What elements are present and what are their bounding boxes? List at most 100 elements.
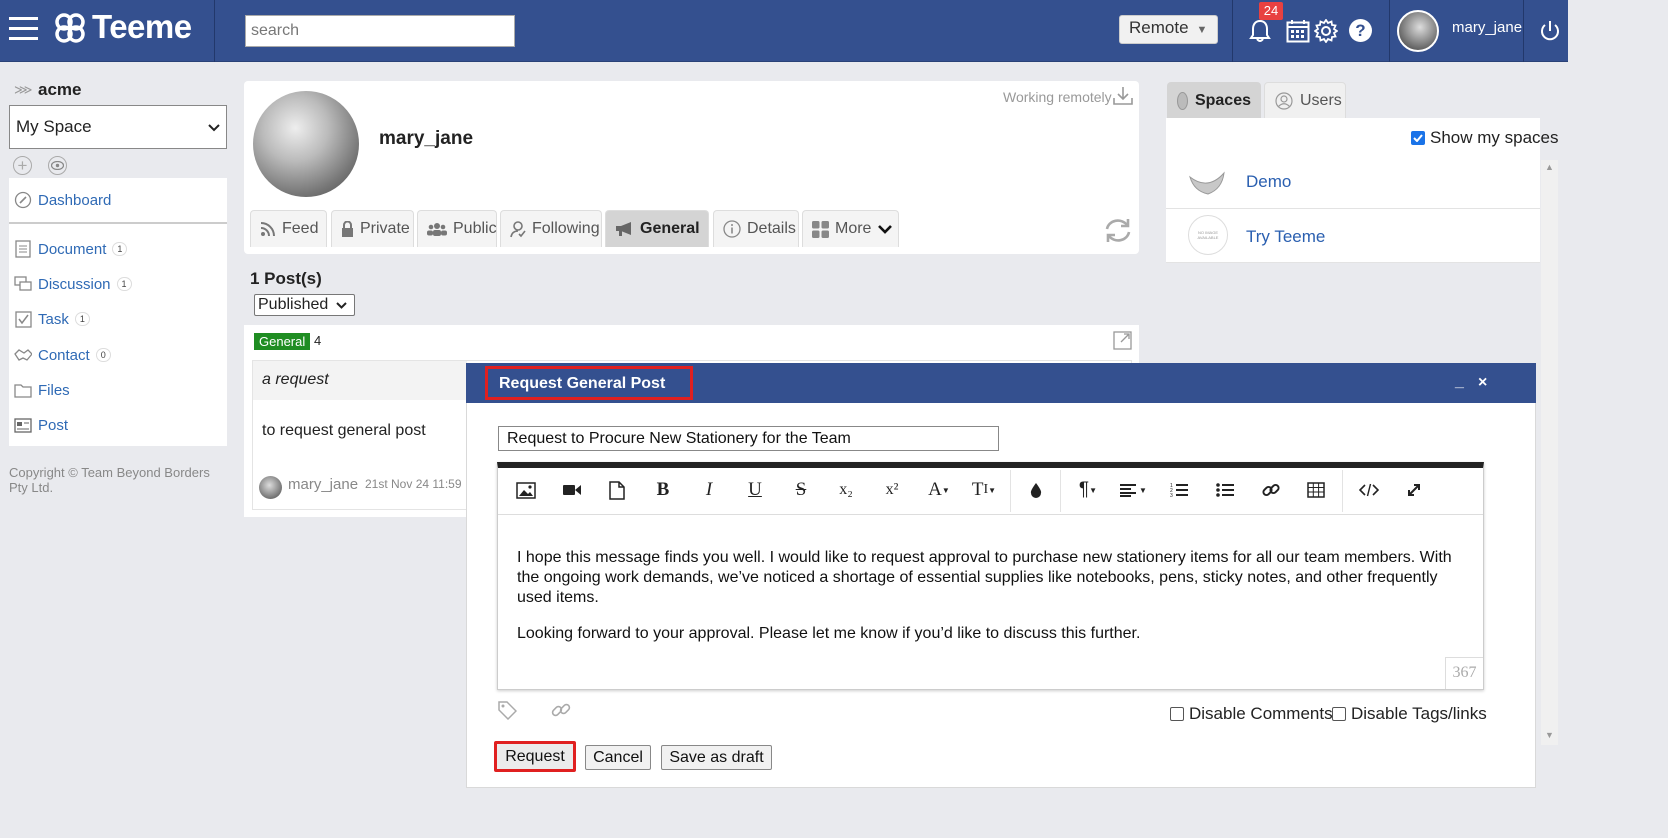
save-draft-button[interactable]: Save as draft [661,745,772,770]
dashboard-icon [14,191,32,209]
sidebar-item-discussion[interactable]: Discussion 1 [14,272,132,296]
checkbox-icon[interactable] [1332,707,1346,721]
font-size-button[interactable]: T I ▼ [967,478,1001,502]
sidebar-item-post[interactable]: Post [14,413,68,437]
show-my-spaces-toggle[interactable]: Show my spaces [1411,128,1559,148]
checkbox-checked-icon[interactable] [1411,131,1425,145]
author-avatar [259,476,282,499]
search-input[interactable] [245,15,515,47]
user-icon [1275,91,1293,110]
space-link-try-teeme[interactable]: Try Teeme [1246,227,1325,247]
bold-button[interactable]: B [648,478,678,502]
add-space-icon[interactable]: + [13,156,32,175]
tab-label: Users [1300,91,1342,109]
status-filter-select[interactable]: Published [254,294,355,316]
paragraph-format-button[interactable]: ¶ ▼ [1071,478,1105,502]
caret-down-icon: ▼ [988,485,997,495]
user-avatar[interactable] [1397,10,1439,52]
code-view-icon[interactable] [1354,478,1384,502]
location-mode-dropdown[interactable]: Remote ▼ [1119,15,1218,44]
menu-icon[interactable] [9,16,38,42]
underline-button[interactable]: U [740,478,770,502]
tag-icon[interactable] [498,701,518,724]
strikethrough-button[interactable]: S [786,478,816,502]
video-icon[interactable] [557,478,587,502]
request-button[interactable]: Request [494,741,576,772]
fullscreen-icon[interactable] [1399,478,1429,502]
tab-following[interactable]: Following [500,210,602,247]
tab-general[interactable]: General [605,210,709,247]
download-icon[interactable] [1113,86,1133,110]
tab-feed[interactable]: Feed [250,210,327,247]
checkbox-icon[interactable] [1170,707,1184,721]
expand-icon[interactable] [1113,331,1132,354]
logo-icon [54,12,86,48]
sidebar-item-contact[interactable]: Contact 0 [14,343,111,367]
view-icon[interactable] [48,156,67,175]
character-count: 367 [1445,657,1483,689]
sidebar-item-label: Document [38,240,107,258]
ordered-list-icon[interactable]: 123 [1164,478,1194,502]
space-select[interactable]: My Space [9,105,227,149]
font-size-label: T [971,479,984,500]
editor-content[interactable]: I hope this message finds you well. I wo… [517,548,1467,660]
subscript-button[interactable]: x₂ [831,478,861,502]
scrollbar[interactable]: ▲ ▼ [1541,160,1558,745]
caret-down-icon: ▼ [941,485,950,495]
link-icon[interactable] [1256,478,1286,502]
tab-details[interactable]: Details [713,210,799,247]
font-color-button[interactable]: A ▼ [923,478,955,502]
space-select-value: My Space [16,117,92,136]
post-date: 21st Nov 24 11:59 [365,477,462,491]
scroll-up-icon[interactable]: ▲ [1545,162,1554,172]
italic-button[interactable]: I [694,478,724,502]
attach-link-icon[interactable] [551,701,571,725]
sidebar-item-document[interactable]: Document 1 [14,237,128,261]
close-button[interactable]: × [1478,374,1487,392]
subject-input[interactable] [498,426,999,451]
minimize-button[interactable]: _ [1455,373,1464,391]
power-icon[interactable] [1539,20,1561,46]
category-count: 4 [314,333,322,348]
table-icon[interactable] [1301,478,1331,502]
count-badge: 1 [116,277,132,291]
disable-tags-checkbox[interactable]: Disable Tags/links [1332,704,1487,724]
info-icon [723,220,741,238]
toolbar-divider [1010,470,1011,512]
sidebar-item-label: Contact [38,346,90,364]
profile-avatar[interactable] [253,91,359,197]
tab-public[interactable]: Public [417,210,497,247]
superscript-button[interactable]: x² [877,478,907,502]
app-logo[interactable]: Teeme [92,8,192,46]
calendar-icon[interactable] [1286,19,1310,47]
category-badge[interactable]: General [254,333,311,350]
sidebar-item-files[interactable]: Files [14,378,70,402]
post-title[interactable]: a request [262,371,329,389]
post-author[interactable]: mary_jane [288,476,358,493]
gear-icon[interactable] [1313,18,1339,47]
image-icon[interactable] [511,478,541,502]
help-icon[interactable]: ? [1349,19,1372,42]
cancel-button[interactable]: Cancel [585,745,651,770]
sidebar-item-dashboard[interactable]: Dashboard [14,188,111,212]
caret-down-icon: ▼ [1139,485,1147,495]
tab-private[interactable]: Private [331,210,414,247]
ink-drop-icon[interactable] [1021,478,1051,502]
user-name[interactable]: mary_jane [1452,19,1522,36]
refresh-icon[interactable] [1103,217,1133,248]
chevron-down-icon [336,301,347,309]
sidebar-item-task[interactable]: Task 1 [14,307,90,331]
tab-spaces[interactable]: Spaces [1167,82,1261,119]
file-icon[interactable] [602,478,632,502]
disable-comments-checkbox[interactable]: Disable Comments [1170,704,1333,724]
space-link-demo[interactable]: Demo [1246,172,1291,192]
unordered-list-icon[interactable] [1210,478,1240,502]
scroll-down-icon[interactable]: ▼ [1545,730,1554,740]
sidebar-item-label: Discussion [38,275,111,293]
notification-badge: 24 [1259,2,1283,20]
org-name: acme [38,80,82,99]
align-icon[interactable]: ▼ [1116,478,1150,502]
tab-users[interactable]: Users [1264,82,1346,119]
bell-icon[interactable] [1249,19,1271,47]
tab-more[interactable]: More [802,210,899,247]
